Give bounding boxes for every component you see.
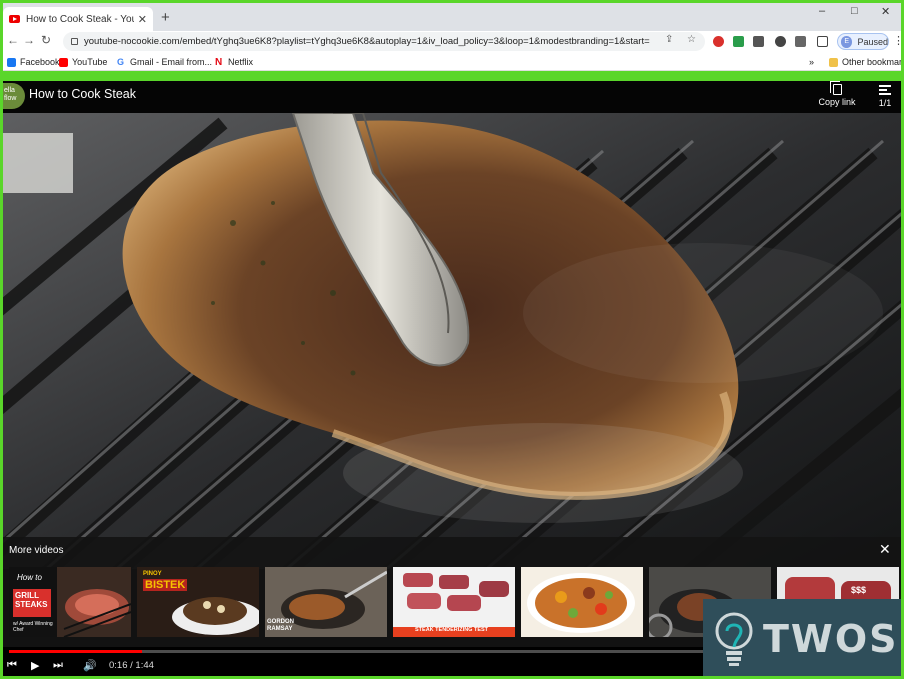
tab-close-icon[interactable]: ✕ [138,13,147,26]
google-icon: G [117,56,126,67]
volume-icon[interactable]: 🔊 [83,659,97,672]
bookmark-label: Facebook [20,57,60,67]
media-control-icon[interactable] [795,36,806,47]
thumb-caption: BISTEK [143,579,188,591]
time-total: 1:44 [135,660,154,671]
tab-strip: How to Cook Steak - YouTube ✕ + – □ ✕ [3,3,901,31]
screenshot-frame: How to Cook Steak - YouTube ✕ + – □ ✕ ← … [0,0,904,679]
browser-toolbar: ← → ↻ youtube-nocookie.com/embed/tYghq3u… [3,31,901,53]
lightbulb-logo-icon [715,612,753,666]
playlist-count: 1/1 [878,98,892,108]
address-bar[interactable]: youtube-nocookie.com/embed/tYghq3ue6K8?p… [63,32,705,51]
video-player[interactable]: ella flow How to Cook Steak Copy link 1/… [3,81,901,676]
extension-image-icon[interactable] [753,36,764,47]
watermark-text: TWOS [763,617,899,661]
thumb-caption: GRILL STEAKS [15,591,48,609]
folder-icon [829,57,838,67]
bookmark-label: Netflix [228,57,254,67]
youtube-favicon-icon [9,15,20,23]
share-icon[interactable]: ⇪ [665,34,673,45]
time-current: 0:16 [109,660,128,671]
new-tab-button[interactable]: + [161,9,170,26]
next-icon[interactable]: ⏭ [53,659,63,672]
profile-button[interactable]: E Paused [837,33,889,50]
kebab-menu-icon[interactable]: ⋮ [893,34,901,47]
video-frame[interactable] [3,113,901,569]
player-title-bar: ella flow How to Cook Steak Copy link 1/… [3,81,901,113]
thumb-caption-top: How to [17,573,42,582]
previous-icon[interactable]: ⏮ [7,659,17,672]
extensions-puzzle-icon[interactable] [775,36,786,47]
sidebar-icon[interactable] [817,36,828,47]
avatar: E [841,35,853,48]
browser-tab[interactable]: How to Cook Steak - YouTube ✕ [3,7,153,31]
video-thumbnail-bistek[interactable]: PINOY BISTEK [137,567,259,637]
bookmark-youtube[interactable]: YouTube [59,57,107,67]
profile-status: Paused [857,36,888,47]
bookmark-label: Gmail - Email from... [130,57,213,67]
thumb-caption-sub: w/ Award Winning Chef [13,621,53,633]
netflix-icon: N [215,56,224,68]
forward-arrow-icon[interactable]: → [23,33,35,47]
time-display: 0:16 / 1:44 [109,660,154,671]
lock-icon [71,38,78,45]
video-thumbnail-gordon-ramsay[interactable]: GORDON RAMSAY [265,567,387,637]
playlist-icon [879,85,891,95]
copy-link-label: Copy link [818,97,856,107]
thumb-caption: STEAK TENDERIZING TEST [415,627,489,633]
progress-played [9,650,142,653]
reload-icon[interactable]: ↻ [41,33,51,47]
thumb-caption: GORDON RAMSAY [267,619,294,632]
copy-icon [829,81,842,95]
back-arrow-icon[interactable]: ← [7,33,19,47]
url-text: youtube-nocookie.com/embed/tYghq3ue6K8?p… [84,36,650,47]
tab-title: How to Cook Steak - YouTube [26,13,134,25]
bookmarks-bar: Facebook YouTube G Gmail - Email from...… [3,53,901,71]
bookmarks-overflow-button[interactable]: » [809,57,814,67]
bookmark-facebook[interactable]: Facebook [7,57,60,67]
copy-link-button[interactable]: Copy link [817,81,857,107]
maximize-button[interactable]: □ [851,5,858,17]
bookmark-label: YouTube [72,57,108,67]
window-close-button[interactable]: ✕ [881,5,890,18]
video-thumbnail-stew[interactable] [521,567,643,637]
bookmark-gmail[interactable]: G Gmail - Email from... [117,57,212,67]
channel-logo[interactable]: ella flow [3,83,25,109]
playlist-button[interactable]: 1/1 [873,84,897,108]
page-background-band [3,71,901,81]
thumb-caption-top: PINOY [143,571,162,577]
facebook-icon [7,57,16,67]
video-title[interactable]: How to Cook Steak [29,87,136,101]
youtube-icon [59,57,68,67]
other-bookmarks[interactable]: Other bookmarks [829,57,903,67]
twos-watermark: TWOS [703,599,901,676]
extension-green-icon[interactable] [733,36,744,47]
other-bookmarks-label: Other bookmarks [842,57,903,67]
bookmark-star-icon[interactable]: ☆ [687,34,696,45]
bookmark-netflix[interactable]: N Netflix [215,57,253,67]
minimize-button[interactable]: – [819,5,825,17]
channel-logo-text: ella flow [4,87,17,102]
steak-on-grill-image [3,113,901,569]
video-thumbnail-steak-tenderizing[interactable]: STEAK TENDERIZING TEST [393,567,515,637]
thumb-caption: $$$ [851,585,867,595]
opera-extension-icon[interactable] [713,36,724,47]
more-videos-title: More videos [9,545,64,556]
play-icon[interactable]: ▶ [31,659,39,672]
video-thumbnail-grill-steaks[interactable]: How to GRILL STEAKS w/ Award Winning Che… [9,567,131,637]
more-videos-close-icon[interactable]: ✕ [879,541,891,558]
